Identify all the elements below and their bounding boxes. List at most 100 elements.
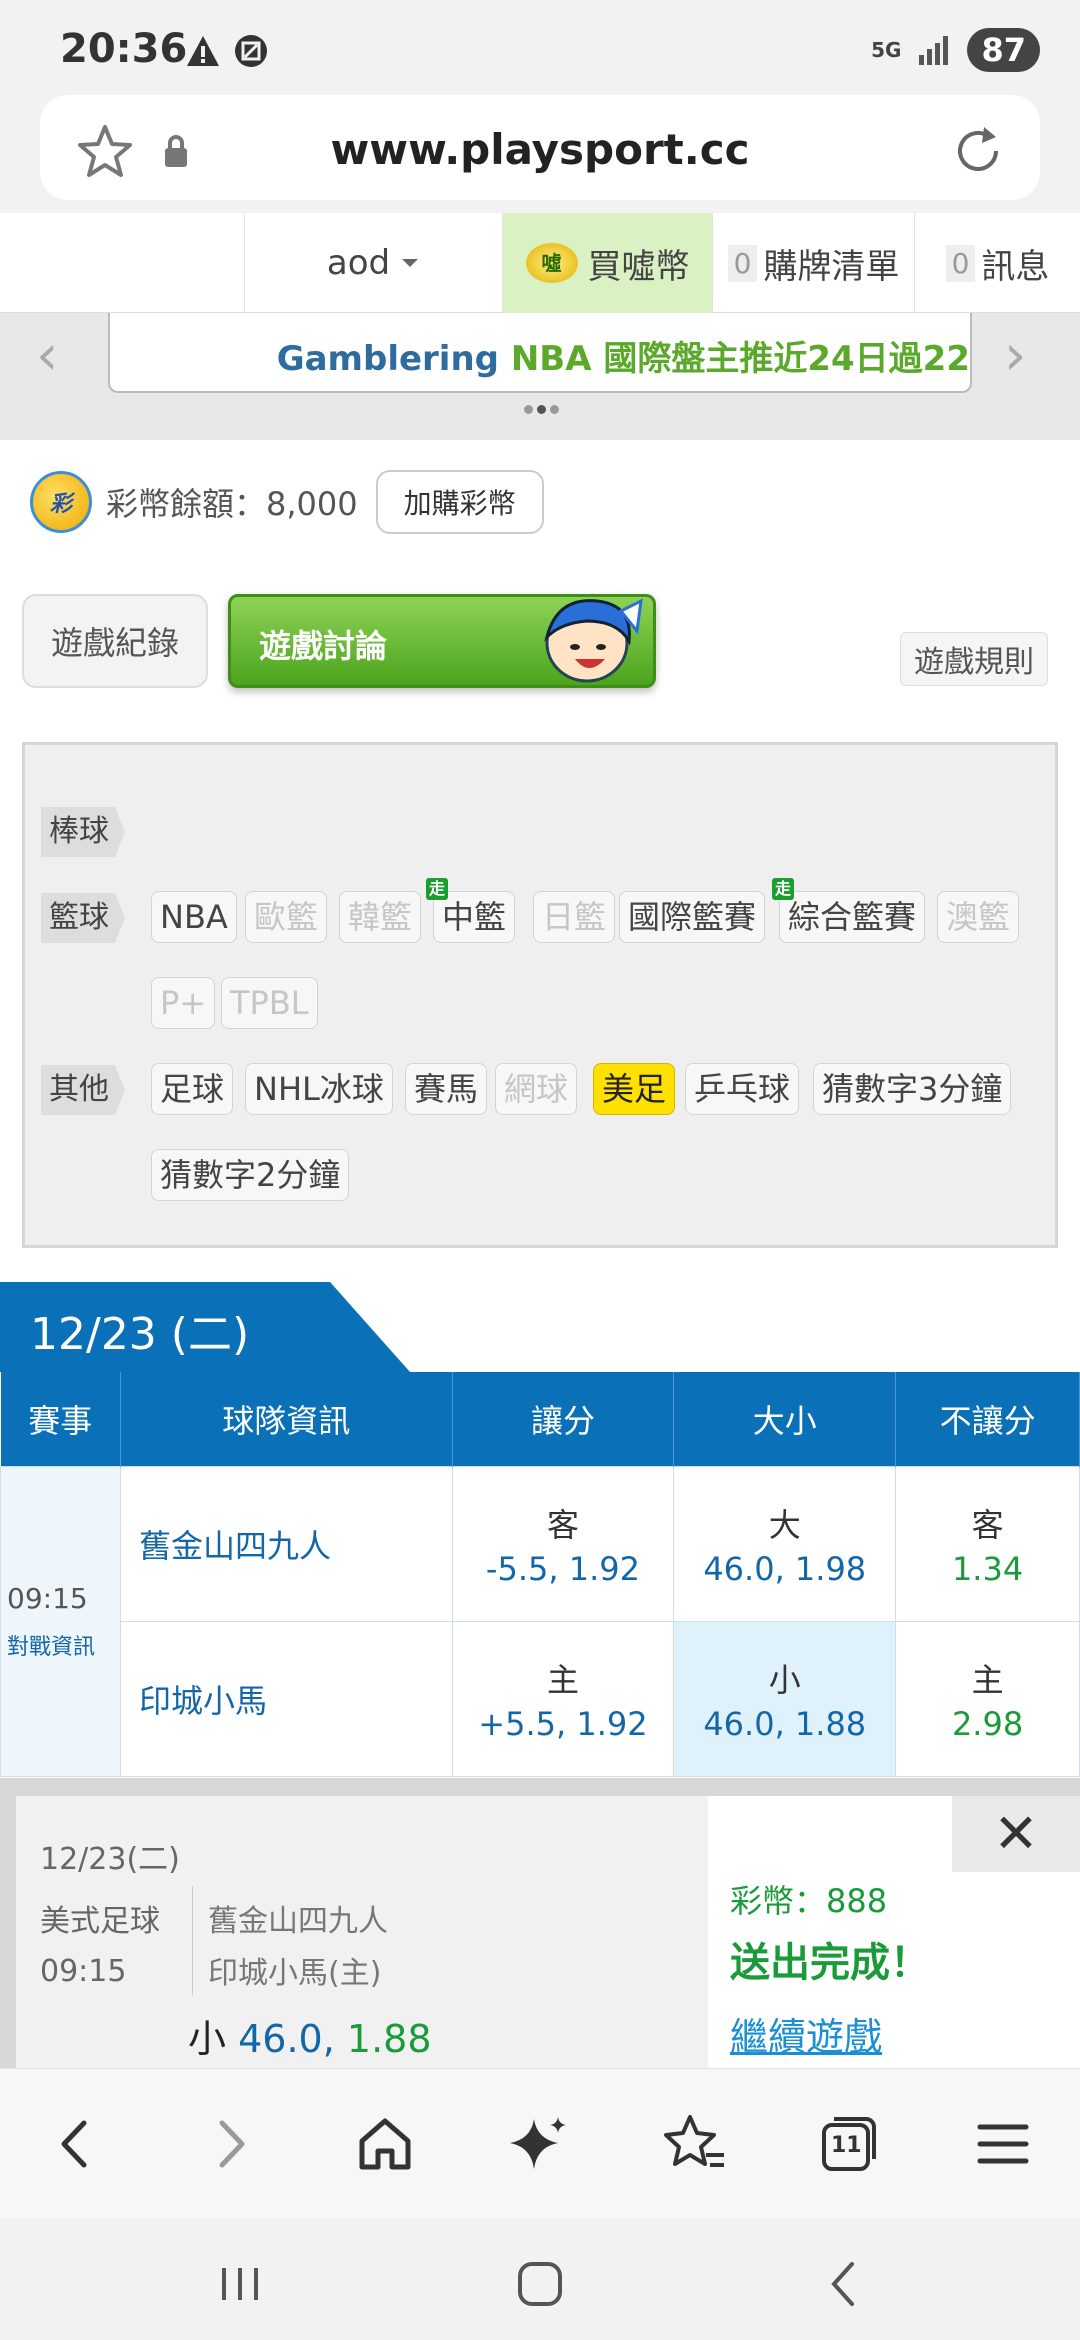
- chip-nba[interactable]: NBA: [151, 891, 237, 943]
- discussion-label: 遊戲討論: [259, 627, 388, 665]
- status-right: 5G 87: [871, 28, 1040, 72]
- buy-coin-label: 買噓幣: [587, 246, 690, 287]
- user-menu[interactable]: aod: [244, 213, 502, 313]
- slip-coins: 彩幣：888: [730, 1882, 888, 1920]
- away-spread-odds: -5.5, 1.92: [485, 1549, 640, 1588]
- game-time-cell: 09:15 對戰資訊: [0, 1465, 121, 1777]
- under-cell[interactable]: 小 46.0, 1.88: [673, 1620, 897, 1777]
- announcement-marquee[interactable]: Gamblering NBA 國際盤主推近24日過22: [108, 313, 972, 393]
- home-spread-cell[interactable]: 主 +5.5, 1.92: [451, 1620, 675, 1777]
- messages-link[interactable]: 0 訊息: [914, 213, 1080, 313]
- address-bar[interactable]: www.playsport.cc: [40, 95, 1040, 200]
- away-team[interactable]: 舊金山四九人: [119, 1465, 453, 1622]
- cart-link[interactable]: 0 購牌清單: [712, 213, 914, 313]
- header-moneyline: 不讓分: [895, 1372, 1080, 1466]
- chip-mixed-basketball[interactable]: 走 綜合籃賽: [772, 878, 926, 943]
- chip-intl-basketball[interactable]: 國際籃賽: [619, 891, 766, 943]
- home-ml-side: 主: [971, 1660, 1004, 1699]
- header-team: 球隊資訊: [120, 1372, 453, 1466]
- next-arrow-icon[interactable]: ›: [1004, 323, 1026, 388]
- home-ml-odds: 2.98: [951, 1704, 1024, 1743]
- url-text[interactable]: www.playsport.cc: [40, 125, 1040, 174]
- reload-icon[interactable]: [950, 123, 1006, 179]
- network-label: 5G: [871, 38, 902, 62]
- bet-slip-details: 12/23(二) 美式足球 09:15 舊金山四九人 印城小馬(主) 小 46.…: [16, 1796, 708, 2068]
- slip-bet-line: 46.0,: [238, 2017, 335, 2061]
- home-spread-side: 主: [546, 1660, 579, 1699]
- away-ml-side: 客: [971, 1505, 1004, 1544]
- slip-team-away: 舊金山四九人: [208, 1904, 388, 1939]
- live-badge: 走: [426, 878, 449, 900]
- warning-icon: [187, 36, 219, 66]
- home-moneyline-cell[interactable]: 主 2.98: [895, 1620, 1080, 1777]
- chip-euro-basketball: 歐籃: [245, 891, 328, 943]
- chip-table-tennis[interactable]: 乒乓球: [685, 1063, 800, 1115]
- cart-label: 購牌清單: [763, 246, 900, 287]
- chip-guess-number-2min[interactable]: 猜數字2分鐘: [151, 1149, 350, 1201]
- add-coin-button[interactable]: 加購彩幣: [375, 470, 544, 534]
- table-row: 印城小馬 主 +5.5, 1.92 小 46.0, 1.88 主 2.98: [1, 1620, 1080, 1777]
- live-badge: 走: [772, 878, 795, 900]
- browser-address-area: www.playsport.cc: [0, 95, 1080, 213]
- chip-tennis: 網球: [495, 1063, 578, 1115]
- away-ml-odds: 1.34: [951, 1549, 1024, 1588]
- away-moneyline-cell[interactable]: 客 1.34: [895, 1465, 1080, 1622]
- away-spread-cell[interactable]: 客 -5.5, 1.92: [451, 1465, 675, 1622]
- under-side: 小: [768, 1660, 801, 1699]
- chip-nhl[interactable]: NHL冰球: [245, 1063, 393, 1115]
- game-rules-tab[interactable]: 遊戲規則: [900, 632, 1048, 686]
- slip-sport: 美式足球: [40, 1904, 160, 1939]
- header-spread: 讓分: [452, 1372, 675, 1466]
- site-nav: aod 噓 買噓幣 0 購牌清單 0 訊息: [0, 213, 1080, 313]
- chip-china-basketball[interactable]: 走 中籃: [426, 878, 516, 943]
- slip-divider: [192, 1886, 193, 1996]
- category-other[interactable]: 其他: [41, 1065, 125, 1115]
- ai-sparkle-icon[interactable]: [504, 2109, 574, 2179]
- chip-aus-basketball: 澳籃: [937, 891, 1020, 943]
- lottery-coin-icon: 彩: [30, 471, 92, 533]
- close-icon[interactable]: ✕: [952, 1796, 1080, 1872]
- screenshot-icon: [235, 35, 267, 67]
- chip-japan-basketball: 日籃: [533, 891, 616, 943]
- home-icon[interactable]: [350, 2109, 420, 2179]
- home-nav-icon[interactable]: [510, 2254, 570, 2314]
- mascot-icon: [544, 598, 643, 683]
- chip-mixed-basketball-label: 綜合籃賽: [788, 898, 917, 936]
- coin-balance: 彩 彩幣餘額：8,000 加購彩幣: [30, 470, 544, 534]
- slip-bet: 小 46.0, 1.88: [188, 2008, 432, 2063]
- prev-arrow-icon[interactable]: ‹: [36, 323, 58, 388]
- over-odds: 46.0, 1.98: [703, 1549, 867, 1588]
- chip-korea-basketball: 韓籃: [339, 891, 422, 943]
- back-icon[interactable]: [40, 2109, 110, 2179]
- battery-level: 87: [967, 28, 1040, 72]
- bet-slip: 12/23(二) 美式足球 09:15 舊金山四九人 印城小馬(主) 小 46.…: [0, 1778, 1080, 2068]
- chip-horse-racing[interactable]: 賽馬: [405, 1063, 488, 1115]
- marquee-text: Gamblering NBA 國際盤主推近24日過22: [277, 331, 970, 380]
- back-nav-icon[interactable]: [814, 2254, 874, 2314]
- game-discussion-tab[interactable]: 遊戲討論: [228, 594, 656, 688]
- chip-guess-number-3min[interactable]: 猜數字3分鐘: [813, 1063, 1012, 1115]
- slip-bet-odds: 1.88: [346, 2017, 432, 2061]
- chip-american-football[interactable]: 美足: [593, 1063, 676, 1115]
- chip-football[interactable]: 足球: [151, 1063, 234, 1115]
- recent-apps-icon[interactable]: [210, 2254, 270, 2314]
- home-team[interactable]: 印城小馬: [119, 1620, 453, 1777]
- browser-toolbar: 11: [0, 2068, 1080, 2218]
- tab-count: 11: [831, 2133, 862, 2158]
- game-record-tab[interactable]: 遊戲紀錄: [22, 594, 208, 688]
- forward-icon[interactable]: [196, 2109, 266, 2179]
- chip-p-league: P+: [151, 977, 216, 1029]
- sport-category-panel: 棒球 籃球 NBA 歐籃 韓籃 走 中籃 日籃 國際籃賽 走 綜合籃賽 澳籃 P…: [22, 742, 1058, 1248]
- matchup-info-link[interactable]: 對戰資訊: [7, 1629, 120, 1661]
- category-basketball[interactable]: 籃球: [41, 893, 125, 943]
- status-time: 20:36: [60, 26, 188, 72]
- slip-date: 12/23(二): [40, 1842, 180, 1877]
- over-cell[interactable]: 大 46.0, 1.98: [673, 1465, 897, 1622]
- balance-label: 彩幣餘額：8,000: [106, 485, 358, 523]
- bookmarks-icon[interactable]: [660, 2109, 730, 2179]
- header-event: 賽事: [0, 1372, 121, 1466]
- buy-coin-link[interactable]: 噓 買噓幣: [502, 213, 712, 313]
- category-baseball[interactable]: 棒球: [41, 807, 125, 857]
- continue-game-link[interactable]: 繼續遊戲: [730, 2006, 882, 2061]
- menu-icon[interactable]: [968, 2109, 1038, 2179]
